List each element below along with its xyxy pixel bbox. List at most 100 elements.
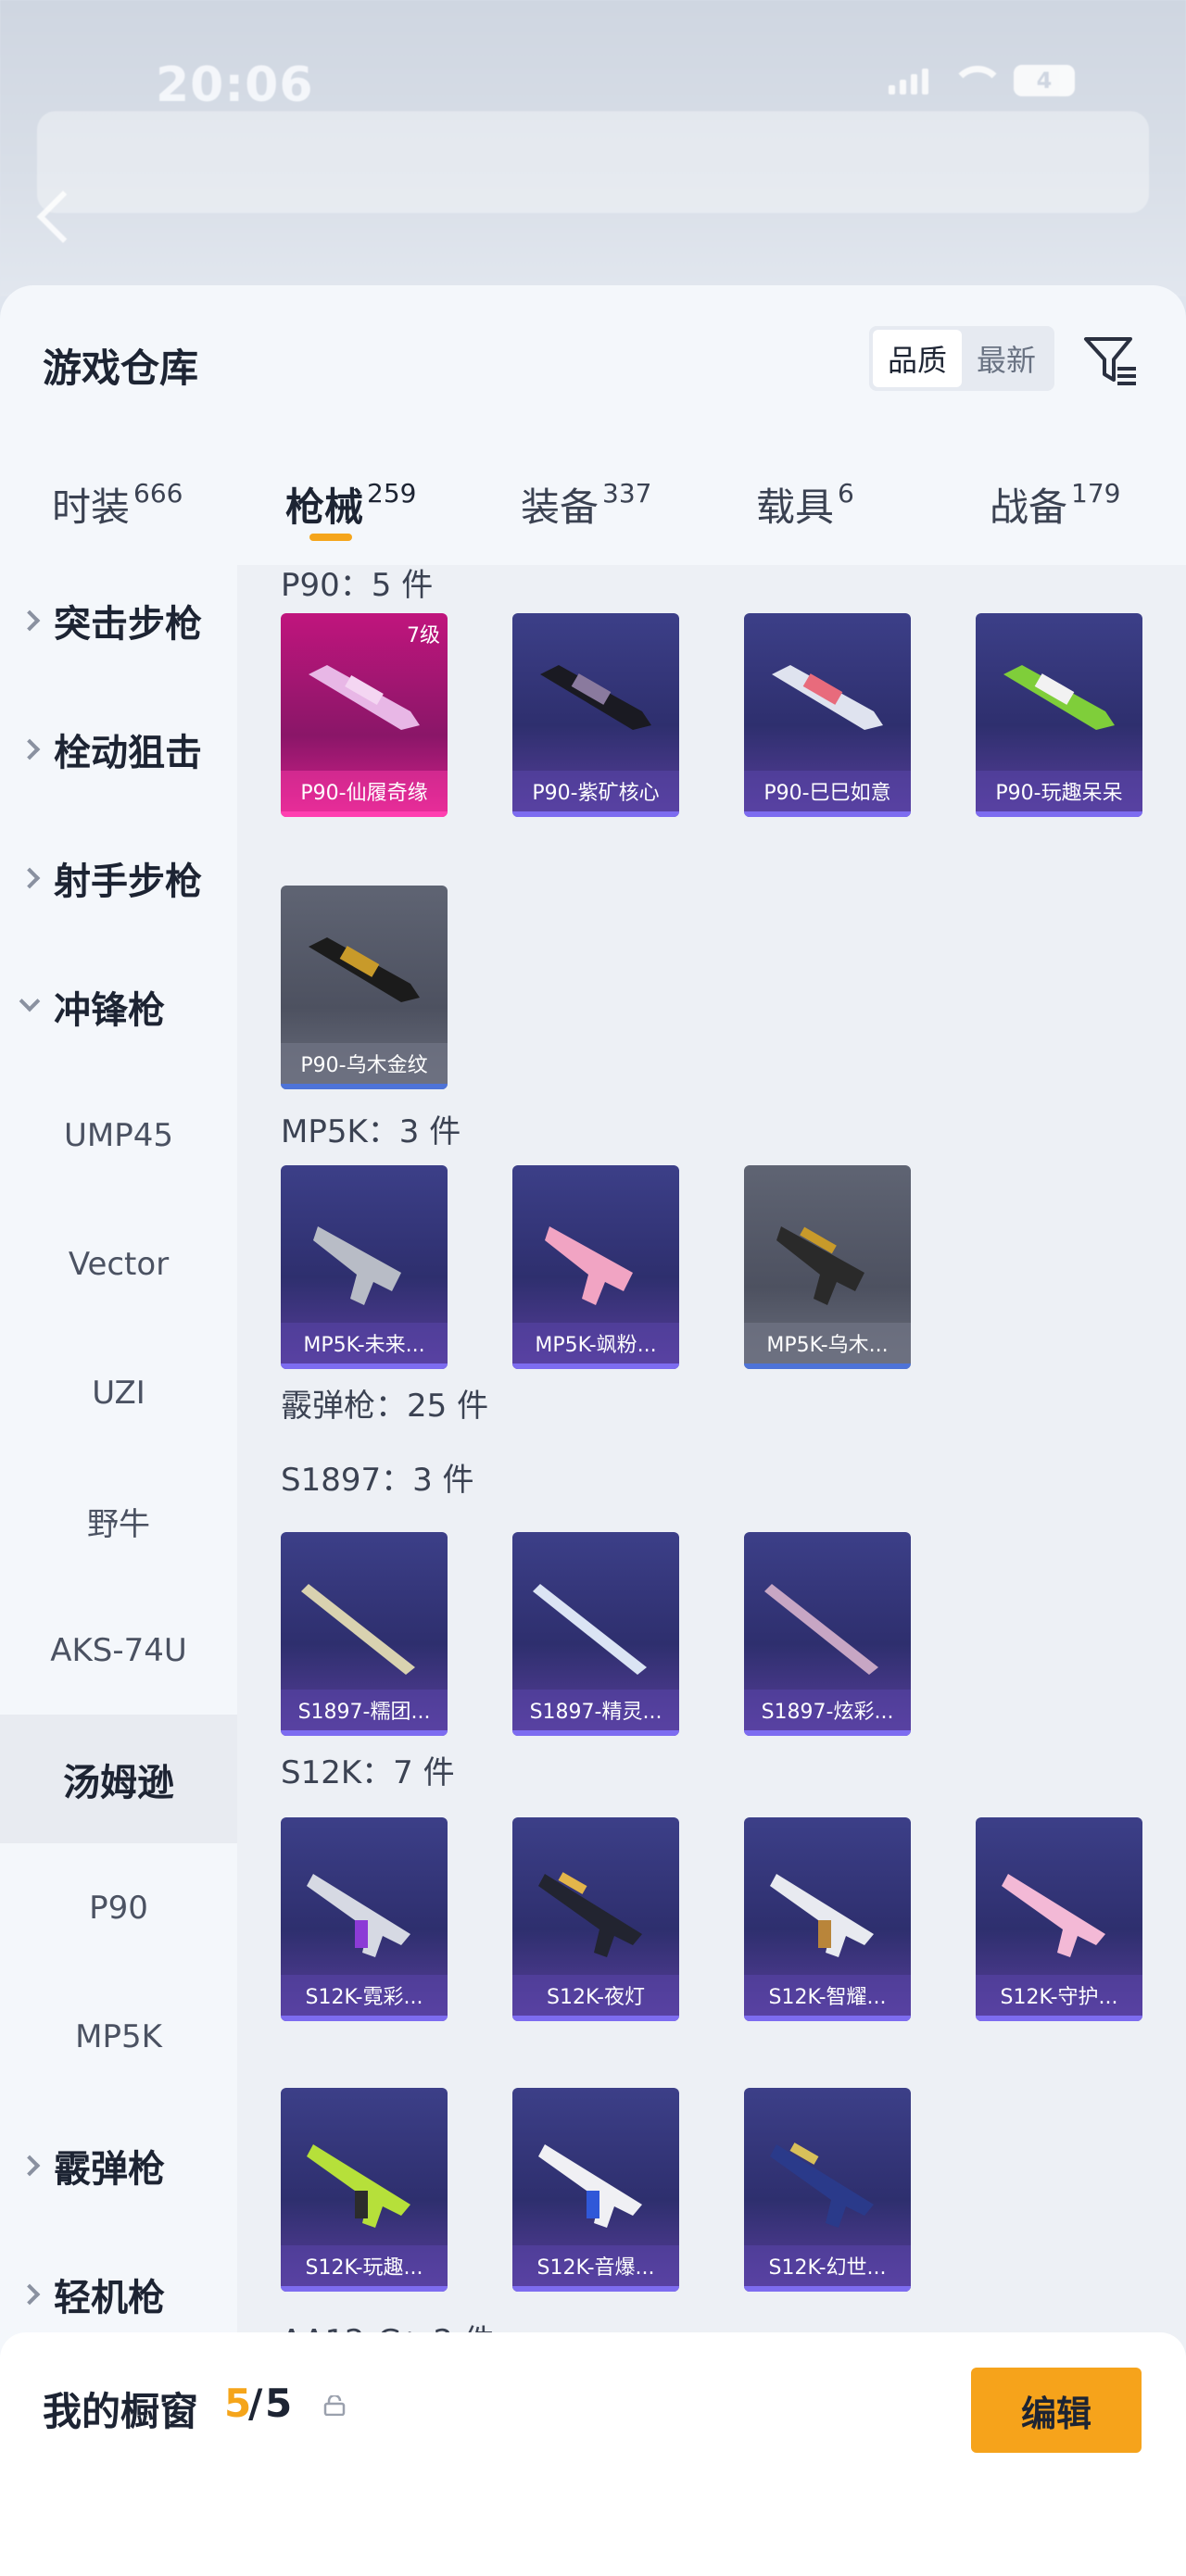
sidebar-item-vector[interactable]: Vector bbox=[0, 1200, 237, 1328]
sheet-title: 游戏仓库 bbox=[43, 346, 199, 391]
section-title-mp5k: MP5K：3 件 bbox=[281, 1113, 461, 1150]
tab-fashion[interactable]: 时装 666 bbox=[52, 476, 183, 533]
app-root: 20:06 4 游戏仓库 品质 最新 时装 666 枪械 259 装备 337 … bbox=[0, 0, 1186, 2576]
signal-icon bbox=[889, 67, 928, 94]
weapon-name: MP5K-未来... bbox=[281, 1323, 448, 1363]
lock-icon bbox=[323, 2395, 346, 2416]
weapon-image bbox=[540, 665, 651, 730]
sidebar-item-smg[interactable]: 冲锋枪 bbox=[0, 942, 237, 1071]
sidebar-item-marksman[interactable]: 射手步枪 bbox=[0, 813, 237, 942]
rarity-stripe bbox=[976, 811, 1142, 817]
chevron-right-icon bbox=[19, 738, 41, 760]
weapon-name: S1897-炫彩... bbox=[744, 1690, 911, 1730]
weapon-image bbox=[545, 1226, 633, 1305]
sort-toggle: 品质 最新 bbox=[869, 326, 1054, 391]
section-title-s1897: S1897：3 件 bbox=[281, 1462, 474, 1499]
sidebar-item-aks74u[interactable]: AKS-74U bbox=[0, 1586, 237, 1715]
showcase-slash: / bbox=[248, 2381, 263, 2426]
status-time: 20:06 bbox=[156, 57, 314, 113]
weapon-card[interactable]: S12K-守护... bbox=[976, 1817, 1142, 2021]
weapon-name: S12K-夜灯 bbox=[512, 1975, 679, 2016]
weapon-image bbox=[776, 1226, 864, 1305]
weapon-image bbox=[301, 1584, 415, 1675]
showcase-count: 5 bbox=[224, 2381, 252, 2426]
weapon-image bbox=[538, 1872, 642, 1957]
weapon-card[interactable]: S12K-玩趣... bbox=[281, 2088, 448, 2292]
rarity-stripe bbox=[281, 811, 448, 817]
rarity-stripe bbox=[512, 1363, 679, 1369]
tab-guns[interactable]: 枪械 259 bbox=[285, 476, 416, 533]
edit-button[interactable]: 编辑 bbox=[971, 2368, 1142, 2453]
chevron-down-icon bbox=[19, 990, 41, 1012]
weapon-card[interactable]: S12K-音爆... bbox=[512, 2088, 679, 2292]
weapon-grid: P90：5 件 7级 P90-仙履奇缘 P90-紫矿核心 P90-巳巳如意 P9… bbox=[237, 565, 1186, 2576]
weapon-card[interactable]: S1897-糯团... bbox=[281, 1532, 448, 1736]
weapon-card[interactable]: P90-玩趣呆呆 bbox=[976, 613, 1142, 817]
rarity-stripe bbox=[744, 2016, 911, 2021]
weapon-image bbox=[309, 937, 420, 1002]
rarity-stripe bbox=[512, 2016, 679, 2021]
filter-icon[interactable] bbox=[1080, 332, 1140, 391]
rarity-stripe bbox=[744, 1730, 911, 1736]
blurred-header-strip bbox=[37, 111, 1149, 213]
weapon-image bbox=[764, 1584, 878, 1675]
rarity-stripe bbox=[281, 1363, 448, 1369]
weapon-image bbox=[1002, 1874, 1105, 1957]
sort-quality-button[interactable]: 品质 bbox=[873, 330, 962, 387]
weapon-card[interactable]: P90-巳巳如意 bbox=[744, 613, 911, 817]
showcase-label: 我的橱窗 bbox=[43, 2389, 199, 2434]
weapon-card[interactable]: P90-乌木金纹 bbox=[281, 886, 448, 1089]
weapon-name: S12K-智耀... bbox=[744, 1975, 911, 2016]
category-tabs: 时装 666 枪械 259 装备 337 载具 6 战备 179 bbox=[0, 458, 1186, 565]
active-tab-indicator bbox=[309, 534, 352, 541]
tab-equipment[interactable]: 装备 337 bbox=[521, 476, 651, 533]
weapon-image bbox=[307, 1874, 410, 1957]
weapon-card[interactable]: S12K-霓彩... bbox=[281, 1817, 448, 2021]
sidebar-item-uzi[interactable]: UZI bbox=[0, 1328, 237, 1457]
sidebar-item-thompson[interactable]: 汤姆逊 bbox=[0, 1715, 237, 1843]
rarity-stripe bbox=[744, 2286, 911, 2292]
tab-vehicles[interactable]: 载具 6 bbox=[756, 476, 854, 533]
rarity-stripe bbox=[976, 2016, 1142, 2021]
weapon-name: P90-仙履奇缘 bbox=[281, 771, 448, 811]
weapon-card[interactable]: 7级 P90-仙履奇缘 bbox=[281, 613, 448, 817]
battery-icon: 4 bbox=[1014, 65, 1075, 96]
sidebar-item-ump45[interactable]: UMP45 bbox=[0, 1071, 237, 1200]
chevron-right-icon bbox=[19, 609, 41, 631]
weapon-name: S1897-精灵... bbox=[512, 1690, 679, 1730]
weapon-name: S1897-糯团... bbox=[281, 1690, 448, 1730]
rarity-stripe bbox=[281, 1730, 448, 1736]
rarity-stripe bbox=[744, 1363, 911, 1369]
weapon-name: S12K-守护... bbox=[976, 1975, 1142, 2016]
status-icons: 4 bbox=[889, 65, 1075, 96]
weapon-image bbox=[313, 1226, 401, 1305]
weapon-card[interactable]: S12K-夜灯 bbox=[512, 1817, 679, 2021]
weapon-card[interactable]: S1897-炫彩... bbox=[744, 1532, 911, 1736]
status-area: 20:06 4 bbox=[0, 0, 1186, 296]
rarity-stripe bbox=[281, 1084, 448, 1089]
weapon-name: P90-紫矿核心 bbox=[512, 771, 679, 811]
weapon-name: S12K-幻世... bbox=[744, 2245, 911, 2286]
sidebar-item-p90[interactable]: P90 bbox=[0, 1843, 237, 1972]
sort-newest-button[interactable]: 最新 bbox=[962, 330, 1051, 387]
sidebar-item-bizon[interactable]: 野牛 bbox=[0, 1457, 237, 1586]
weapon-card[interactable]: MP5K-未来... bbox=[281, 1165, 448, 1369]
weapon-card[interactable]: P90-紫矿核心 bbox=[512, 613, 679, 817]
weapon-card[interactable]: S12K-幻世... bbox=[744, 2088, 911, 2292]
weapon-image bbox=[772, 665, 883, 730]
rarity-stripe bbox=[512, 2286, 679, 2292]
chevron-right-icon bbox=[19, 867, 41, 888]
weapon-image bbox=[309, 665, 420, 730]
weapon-card[interactable]: MP5K-乌木... bbox=[744, 1165, 911, 1369]
weapon-card[interactable]: S12K-智耀... bbox=[744, 1817, 911, 2021]
weapon-card[interactable]: S1897-精灵... bbox=[512, 1532, 679, 1736]
tab-supplies[interactable]: 战备 179 bbox=[990, 476, 1120, 533]
section-title-s12k: S12K：7 件 bbox=[281, 1754, 455, 1791]
sidebar-item-shotgun[interactable]: 霰弹枪 bbox=[0, 2101, 237, 2230]
weapon-card[interactable]: MP5K-飒粉... bbox=[512, 1165, 679, 1369]
rarity-stripe bbox=[281, 2286, 448, 2292]
sidebar-item-bolt-sniper[interactable]: 栓动狙击 bbox=[0, 685, 237, 813]
weapon-name: P90-巳巳如意 bbox=[744, 771, 911, 811]
sidebar-item-mp5k[interactable]: MP5K bbox=[0, 1972, 237, 2101]
sidebar-item-assault-rifle[interactable]: 突击步枪 bbox=[0, 556, 237, 685]
